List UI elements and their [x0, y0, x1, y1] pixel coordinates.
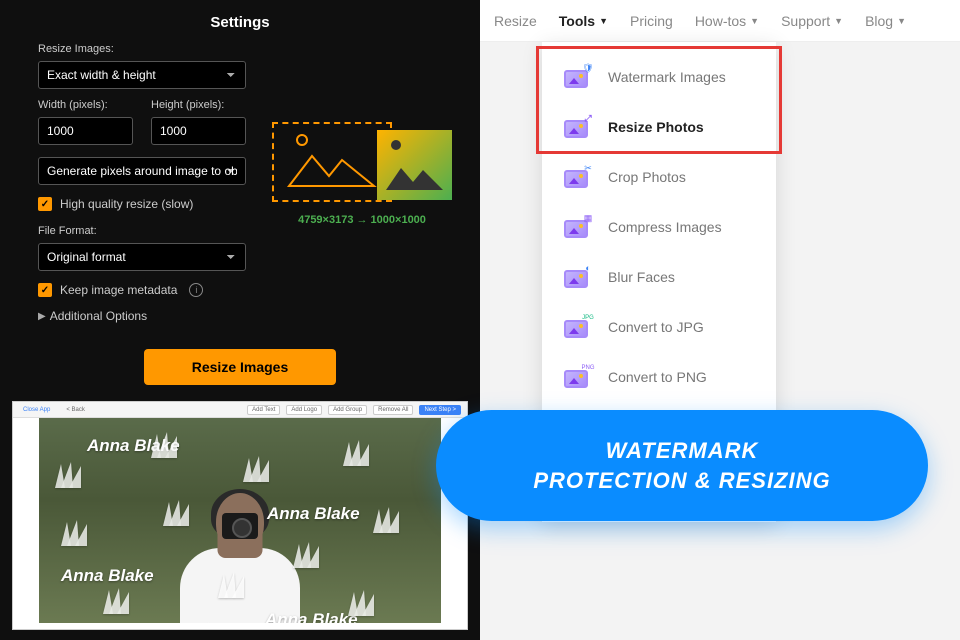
watermark-logo[interactable]	[99, 584, 135, 621]
watermark-text[interactable]: Anna Blake	[267, 504, 360, 524]
preview-canvas[interactable]: Anna Blake Anna Blake Anna Blake Anna Bl…	[39, 418, 441, 623]
image-icon: PNG	[564, 366, 590, 388]
info-icon[interactable]: i	[189, 283, 203, 297]
headline-pill: WATERMARK PROTECTION & RESIZING	[436, 410, 928, 521]
height-label: Height (pixels):	[151, 99, 246, 111]
chevron-right-icon: ▶	[38, 311, 46, 322]
nav-tools[interactable]: Tools▼	[559, 13, 608, 29]
back-button[interactable]: < Back	[62, 406, 89, 414]
nav-support[interactable]: Support▼	[781, 13, 843, 29]
hq-checkbox[interactable]: ✓	[38, 197, 52, 211]
nav-pricing[interactable]: Pricing	[630, 13, 673, 29]
tool-label: Blur Faces	[608, 269, 675, 285]
watermark-logo[interactable]	[159, 496, 195, 533]
tool-item-3[interactable]: ▦ Compress Images	[542, 202, 776, 252]
width-label: Width (pixels):	[38, 99, 133, 111]
top-nav: Resize Tools▼ Pricing How-tos▼ Support▼ …	[480, 0, 960, 42]
format-label: File Format:	[38, 225, 442, 237]
watermark-logo[interactable]	[214, 568, 250, 605]
settings-title: Settings	[0, 0, 480, 43]
image-icon: ▦	[564, 216, 590, 238]
original-frame	[272, 122, 392, 202]
metadata-label: Keep image metadata	[60, 283, 177, 297]
image-icon: ◐	[564, 266, 590, 288]
tool-item-5[interactable]: JPG Convert to JPG	[542, 302, 776, 352]
watermark-logo[interactable]	[57, 516, 93, 553]
watermark-text[interactable]: Anna Blake	[61, 566, 154, 586]
extend-mode-select[interactable]: Generate pixels around image to obtain e…	[38, 157, 246, 185]
tool-label: Resize Photos	[608, 119, 704, 135]
dimensions-text: 4759×3173 → 1000×1000	[272, 214, 452, 226]
watermark-logo[interactable]	[344, 586, 380, 623]
chevron-down-icon: ▼	[750, 16, 759, 26]
image-icon: ⤢	[564, 116, 590, 138]
add-text-button[interactable]: Add Text	[247, 405, 280, 415]
hq-label: High quality resize (slow)	[60, 197, 193, 211]
tool-label: Convert to JPG	[608, 319, 704, 335]
metadata-row[interactable]: ✓ Keep image metadata i	[38, 283, 442, 297]
remove-all-button[interactable]: Remove All	[373, 405, 413, 415]
tool-label: Crop Photos	[608, 169, 686, 185]
nav-resize[interactable]: Resize	[494, 13, 537, 29]
chevron-down-icon: ▼	[599, 16, 608, 26]
metadata-checkbox[interactable]: ✓	[38, 283, 52, 297]
tool-item-2[interactable]: ✂ Crop Photos	[542, 152, 776, 202]
resize-mode-label: Resize Images:	[38, 43, 442, 55]
watermark-logo[interactable]	[239, 452, 275, 489]
mountain-icon	[284, 148, 379, 188]
result-frame	[377, 130, 452, 200]
additional-options-toggle[interactable]: ▶ Additional Options	[38, 309, 442, 323]
watermark-logo[interactable]	[339, 436, 375, 473]
resize-mode-select[interactable]: Exact width & height	[38, 61, 246, 89]
website-panel: Resize Tools▼ Pricing How-tos▼ Support▼ …	[480, 0, 960, 640]
watermark-logo[interactable]	[147, 428, 183, 465]
nav-howtos[interactable]: How-tos▼	[695, 13, 759, 29]
height-input[interactable]	[151, 117, 246, 145]
add-group-button[interactable]: Add Group	[328, 405, 367, 415]
image-icon: 🛡	[564, 66, 590, 88]
sun-dark-icon	[391, 140, 401, 150]
tool-item-6[interactable]: PNG Convert to PNG	[542, 352, 776, 402]
tool-item-0[interactable]: 🛡 Watermark Images	[542, 52, 776, 102]
editor-toolbar: Close App < Back Add Text Add Logo Add G…	[13, 402, 467, 418]
chevron-down-icon: ▼	[897, 16, 906, 26]
watermark-editor: Close App < Back Add Text Add Logo Add G…	[12, 401, 468, 630]
format-select[interactable]: Original format	[38, 243, 246, 271]
watermark-logo[interactable]	[51, 458, 87, 495]
resize-button[interactable]: Resize Images	[144, 349, 337, 385]
image-icon: JPG	[564, 316, 590, 338]
watermark-logo[interactable]	[369, 503, 405, 540]
chevron-down-icon: ▼	[834, 16, 843, 26]
add-logo-button[interactable]: Add Logo	[286, 405, 322, 415]
tool-item-4[interactable]: ◐ Blur Faces	[542, 252, 776, 302]
watermark-logo[interactable]	[189, 618, 225, 623]
tool-label: Compress Images	[608, 219, 722, 235]
close-app-button[interactable]: Close App	[19, 406, 54, 414]
width-input[interactable]	[38, 117, 133, 145]
tool-label: Convert to PNG	[608, 369, 707, 385]
nav-blog[interactable]: Blog▼	[865, 13, 906, 29]
next-step-button[interactable]: Next Step >	[419, 405, 461, 415]
watermark-logo[interactable]	[289, 538, 325, 575]
tool-label: Watermark Images	[608, 69, 726, 85]
tool-item-1[interactable]: ⤢ Resize Photos	[542, 102, 776, 152]
sun-icon	[296, 134, 308, 146]
image-icon: ✂	[564, 166, 590, 188]
settings-panel: Settings Resize Images: Exact width & he…	[0, 0, 480, 640]
